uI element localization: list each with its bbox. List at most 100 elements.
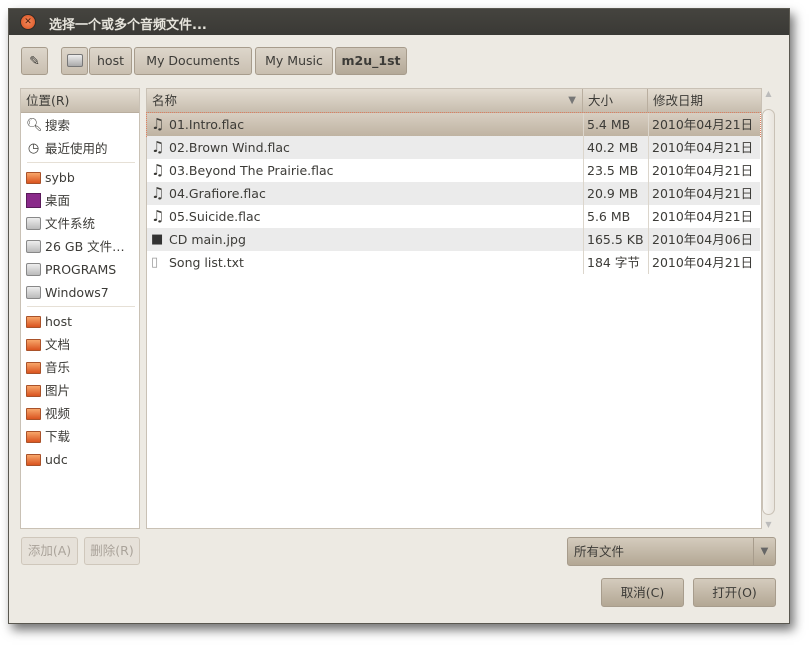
desktop-icon [26, 193, 41, 208]
file-row[interactable]: ♫ 03.Beyond The Prairie.flac 23.5 MB 2010年0… [147, 159, 760, 182]
column-divider [648, 136, 649, 159]
sidebar-item-label: 搜索 [45, 118, 71, 133]
sidebar-item-label: 26 GB 文件… [45, 239, 125, 254]
file-date: 2010年04月06日 [652, 232, 754, 247]
sidebar-item-label: 文档 [45, 337, 71, 352]
sidebar-item-label: udc [45, 452, 68, 467]
sidebar-item[interactable]: ◷ 最近使用的 [23, 137, 108, 160]
documents-folder-icon [26, 339, 41, 351]
sidebar-item[interactable]: 下载 [23, 425, 70, 448]
column-divider [648, 113, 649, 136]
downloads-folder-icon [26, 431, 41, 443]
path-m2u-1st-button[interactable]: m2u_1st [335, 47, 407, 75]
sidebar-item-label: Windows7 [45, 285, 109, 300]
file-date: 2010年04月21日 [652, 163, 754, 178]
column-divider [583, 159, 584, 182]
file-row[interactable]: ♫ 02.Brown Wind.flac 40.2 MB 2010年04月21日 [147, 136, 760, 159]
close-button[interactable]: ✕ [20, 14, 36, 30]
places-header[interactable]: 位置(R) [21, 89, 139, 113]
sidebar-separator [27, 162, 135, 163]
text-file-icon: ▯ [151, 255, 159, 270]
file-row[interactable]: ♫ 04.Grafiore.flac 20.9 MB 2010年04月21日 [147, 182, 760, 205]
sidebar-item-label: 文件系统 [45, 216, 96, 231]
scroll-up-arrow[interactable]: ▲ [761, 89, 776, 98]
dialog-title: 选择一个或多个音频文件... [49, 18, 207, 33]
pictures-folder-icon [26, 385, 41, 397]
folder-icon [26, 316, 41, 328]
add-bookmark-button[interactable]: 添加(A) [21, 537, 78, 565]
sidebar-item-label: sybb [45, 170, 75, 185]
sidebar-item[interactable]: 音乐 [23, 356, 70, 379]
column-divider [583, 228, 584, 251]
file-size: 5.4 MB [587, 117, 631, 132]
audio-file-icon: ♫ [151, 184, 165, 202]
column-name[interactable]: 名称 ▼ [147, 89, 583, 113]
filter-value: 所有文件 [574, 544, 625, 559]
sidebar-item[interactable]: sybb [23, 166, 75, 189]
title-bar: ✕ 选择一个或多个音频文件... [9, 9, 789, 35]
image-file-icon: ■ [151, 232, 164, 247]
path-drive-button[interactable] [61, 47, 88, 75]
sidebar-item-label: 音乐 [45, 360, 71, 375]
sidebar-item-label: PROGRAMS [45, 262, 117, 277]
column-divider [648, 251, 649, 274]
open-button[interactable]: 打开(O) [693, 578, 776, 607]
column-divider [583, 136, 584, 159]
sidebar-item[interactable]: PROGRAMS [23, 258, 116, 281]
sidebar-item[interactable]: 视频 [23, 402, 70, 425]
sidebar-item-label: 下载 [45, 429, 71, 444]
audio-file-icon: ♫ [151, 115, 165, 133]
sidebar-item[interactable]: 桌面 [23, 189, 70, 212]
cancel-button[interactable]: 取消(C) [601, 578, 684, 607]
file-name: 05.Suicide.flac [169, 209, 261, 224]
column-date[interactable]: 修改日期 [648, 89, 761, 113]
file-row[interactable]: ♫ 01.Intro.flac 5.4 MB 2010年04月21日 [146, 112, 761, 137]
sidebar-item[interactable]: 🔍︎ 搜索 [23, 114, 70, 137]
remove-bookmark-button[interactable]: 删除(R) [84, 537, 140, 565]
column-divider [583, 205, 584, 228]
file-date: 2010年04月21日 [652, 255, 754, 270]
sidebar-item-label: 视频 [45, 406, 71, 421]
column-size[interactable]: 大小 [583, 89, 648, 113]
edit-location-button[interactable]: ✎ [21, 47, 48, 75]
file-list: 名称 ▼ 大小 修改日期 ♫ 01.Intro.flac 5.4 MB 2010年04月… [146, 88, 762, 529]
pencil-icon: ✎ [29, 53, 40, 68]
sidebar-item-label: 桌面 [45, 193, 71, 208]
file-size: 20.9 MB [587, 186, 639, 201]
scrollbar[interactable]: ▲ ▼ [761, 89, 776, 529]
drive-icon [66, 54, 83, 67]
path-host-button[interactable]: host [89, 47, 132, 75]
sidebar-item[interactable]: 图片 [23, 379, 70, 402]
column-divider [583, 113, 584, 136]
drive-icon [26, 286, 41, 299]
column-divider [648, 182, 649, 205]
sidebar-separator [27, 306, 135, 307]
sidebar-item[interactable]: udc [23, 448, 68, 471]
file-size: 23.5 MB [587, 163, 639, 178]
file-chooser-dialog: ✕ 选择一个或多个音频文件... ✎ host My Documents My … [8, 8, 790, 624]
sidebar-item[interactable]: Windows7 [23, 281, 109, 304]
file-size: 40.2 MB [587, 140, 639, 155]
sidebar-item[interactable]: 26 GB 文件… [23, 235, 125, 258]
file-row[interactable]: ■ CD main.jpg 165.5 KB 2010年04月06日 [147, 228, 760, 251]
sidebar-item[interactable]: 文档 [23, 333, 70, 356]
audio-file-icon: ♫ [151, 207, 165, 225]
file-row[interactable]: ♫ 05.Suicide.flac 5.6 MB 2010年04月21日 [147, 205, 760, 228]
file-date: 2010年04月21日 [652, 140, 754, 155]
file-size: 165.5 KB [587, 232, 644, 247]
column-divider [648, 159, 649, 182]
sidebar-item[interactable]: host [23, 310, 72, 333]
column-divider [648, 205, 649, 228]
file-row[interactable]: ▯ Song list.txt 184 字节 2010年04月21日 [147, 251, 760, 274]
scrollbar-thumb[interactable] [762, 109, 775, 515]
file-type-filter-select[interactable]: 所有文件 ▼ [567, 537, 776, 566]
scroll-down-arrow[interactable]: ▼ [761, 520, 776, 529]
path-my-music-button[interactable]: My Music [255, 47, 333, 75]
file-name: 03.Beyond The Prairie.flac [169, 163, 334, 178]
sort-arrow-icon: ▼ [568, 95, 576, 106]
sidebar-item[interactable]: 文件系统 [23, 212, 95, 235]
search-icon: 🔍︎ [26, 118, 43, 133]
file-size: 5.6 MB [587, 209, 631, 224]
path-my-documents-button[interactable]: My Documents [134, 47, 252, 75]
column-name-label: 名称 [152, 93, 178, 108]
